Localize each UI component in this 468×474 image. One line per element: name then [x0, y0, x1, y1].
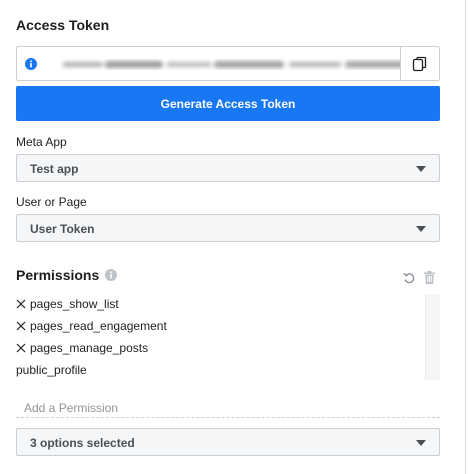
permissions-title: Permissions: [16, 267, 100, 283]
permission-label: pages_manage_posts: [30, 341, 149, 355]
permission-label: pages_read_engagement: [30, 319, 167, 333]
trash-icon[interactable]: [424, 271, 435, 284]
user-or-page-select[interactable]: User Token: [16, 214, 440, 242]
meta-app-label: Meta App: [16, 135, 67, 149]
access-token-title: Access Token: [16, 17, 110, 33]
remove-icon[interactable]: [16, 321, 26, 331]
permission-item: public_profile: [16, 361, 87, 379]
copy-token-button[interactable]: [400, 47, 439, 80]
caret-down-icon: [416, 226, 426, 232]
permission-label: public_profile: [16, 363, 87, 377]
copy-icon: [412, 56, 427, 71]
permission-item: pages_show_list: [16, 295, 119, 313]
access-token-panel: Access Token Generate Access Token Meta …: [0, 0, 466, 474]
access-token-field-container: [16, 46, 440, 81]
add-permission-input[interactable]: [16, 394, 440, 418]
generate-access-token-button[interactable]: Generate Access Token: [16, 86, 440, 121]
permissions-list: pages_show_list pages_read_engagement pa…: [16, 294, 440, 380]
meta-app-select[interactable]: Test app: [16, 154, 440, 182]
caret-down-icon: [416, 166, 426, 172]
undo-icon[interactable]: [403, 271, 416, 284]
meta-app-selected-value: Test app: [30, 162, 79, 176]
permission-item: pages_manage_posts: [16, 339, 148, 357]
user-or-page-label: User or Page: [16, 195, 87, 209]
remove-icon[interactable]: [16, 299, 26, 309]
caret-down-icon: [416, 440, 426, 446]
user-or-page-selected-value: User Token: [30, 222, 95, 236]
permission-label: pages_show_list: [30, 297, 119, 311]
options-selected-text: 3 options selected: [30, 436, 135, 450]
permission-item: pages_read_engagement: [16, 317, 167, 335]
help-icon[interactable]: [105, 269, 118, 281]
remove-icon[interactable]: [16, 343, 26, 353]
permissions-header: Permissions: [16, 267, 118, 283]
permissions-options-select[interactable]: 3 options selected: [16, 428, 440, 456]
permissions-scrollbar[interactable]: [425, 294, 440, 380]
info-icon[interactable]: [25, 58, 37, 70]
redacted-token-blur: [63, 61, 407, 68]
